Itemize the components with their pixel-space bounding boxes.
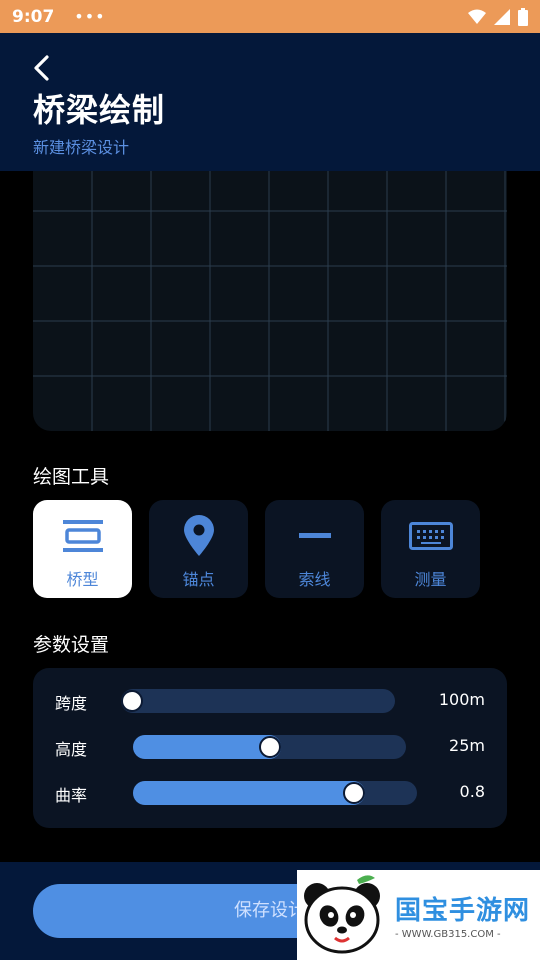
status-icons <box>468 7 528 26</box>
panda-logo-icon <box>304 875 380 954</box>
curvature-slider[interactable] <box>133 781 417 805</box>
params-section-title: 参数设置 <box>33 634 110 656</box>
param-value: 100m <box>438 690 485 709</box>
keyboard-icon <box>408 514 453 558</box>
notification-dots-icon: ••• <box>74 7 106 26</box>
tool-label: 锚点 <box>182 570 215 589</box>
tool-label: 测量 <box>414 570 447 589</box>
slider-knob[interactable] <box>121 690 143 712</box>
canvas-grid <box>33 171 507 431</box>
span-slider[interactable] <box>121 689 395 713</box>
status-bar: 9:07 ••• <box>0 0 540 33</box>
tool-bridge-type[interactable]: 桥型 <box>33 500 132 598</box>
param-row-curvature: 曲率 0.8 <box>33 778 507 808</box>
param-label: 曲率 <box>55 786 88 805</box>
slider-knob[interactable] <box>258 736 281 758</box>
tools-section-title: 绘图工具 <box>33 466 110 488</box>
tool-anchor[interactable]: 锚点 <box>149 500 248 598</box>
watermark-name: 国宝手游网 <box>395 896 531 926</box>
param-value: 0.8 <box>459 782 485 801</box>
tool-measure[interactable]: 测量 <box>381 500 480 598</box>
param-row-span: 跨度 100m <box>33 686 507 716</box>
back-arrow-icon[interactable] <box>30 55 56 81</box>
battery-icon <box>518 7 528 26</box>
page-title: 桥梁绘制 <box>33 91 166 129</box>
tool-cable[interactable]: 索线 <box>265 500 364 598</box>
wifi-icon <box>468 9 486 24</box>
watermark-url: - WWW.GB315.COM - <box>395 929 501 940</box>
param-value: 25m <box>449 736 485 755</box>
watermark: 国宝手游网 - WWW.GB315.COM - <box>297 870 540 960</box>
location-pin-icon <box>183 514 215 558</box>
tool-palette: 桥型 锚点 索线 测量 <box>33 500 480 598</box>
line-icon <box>298 514 331 558</box>
drawing-canvas[interactable] <box>33 171 507 431</box>
watermark-text: 国宝手游网 - WWW.GB315.COM - <box>395 890 530 940</box>
tool-label: 索线 <box>298 570 331 589</box>
bridge-type-icon <box>62 514 104 558</box>
signal-icon <box>494 8 510 25</box>
status-time: 9:07 <box>12 6 55 27</box>
param-label: 跨度 <box>55 694 88 713</box>
height-slider[interactable] <box>133 735 406 759</box>
param-label: 高度 <box>55 740 88 759</box>
slider-knob[interactable] <box>342 782 365 804</box>
tool-label: 桥型 <box>66 570 99 589</box>
slider-fill <box>133 781 365 805</box>
param-row-height: 高度 25m <box>33 732 507 762</box>
app-header: 桥梁绘制 新建桥梁设计 <box>0 33 540 171</box>
page-subtitle: 新建桥梁设计 <box>33 138 130 157</box>
params-panel: 跨度 100m 高度 25m 曲率 0.8 <box>33 668 507 828</box>
